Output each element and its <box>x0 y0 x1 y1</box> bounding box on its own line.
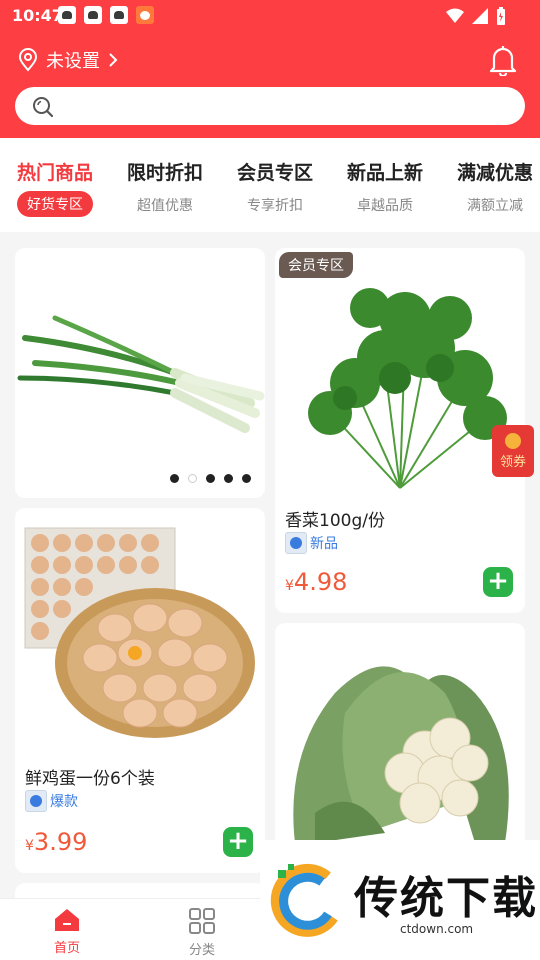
plus-icon: + <box>487 566 509 596</box>
tab-full-reduction[interactable]: 满减优惠 满额立减 <box>440 158 540 215</box>
nav-label: 分类 <box>188 943 215 958</box>
carousel-dot <box>224 474 233 483</box>
green-onion-image <box>17 315 265 433</box>
chevron-right-icon <box>109 53 118 67</box>
search-input[interactable] <box>15 87 525 125</box>
signal-icon <box>472 8 488 24</box>
tab-new-arrivals[interactable]: 新品上新 卓越品质 <box>330 158 440 215</box>
app-notification-icon <box>110 6 128 24</box>
wifi-icon <box>446 8 464 23</box>
tab-title: 限时折扣 <box>126 162 203 184</box>
watermark-url: ctdown.com <box>400 922 474 936</box>
watermark-text: 传统下载 <box>354 873 538 924</box>
location-pin-icon <box>18 48 38 72</box>
health-app-icon <box>136 6 154 24</box>
coupon-button[interactable]: 领券 <box>492 425 534 477</box>
tab-limited-discount[interactable]: 限时折扣 超值优惠 <box>110 158 220 215</box>
grid-icon <box>189 908 215 934</box>
tab-member-zone[interactable]: 会员专区 专享折扣 <box>220 158 330 215</box>
member-zone-badge: 会员专区 <box>279 252 353 278</box>
tab-title: 新品上新 <box>346 162 423 184</box>
tab-subtitle: 好货专区 <box>17 191 93 217</box>
tab-subtitle: 超值优惠 <box>137 198 193 214</box>
tab-subtitle: 卓越品质 <box>357 198 413 214</box>
currency-symbol: ¥ <box>25 838 34 854</box>
carousel-indicator <box>170 474 251 483</box>
banner-carousel[interactable] <box>15 248 265 498</box>
hot-badge-icon <box>25 790 47 812</box>
tab-subtitle: 满额立减 <box>467 198 523 214</box>
product-tag: 爆款 <box>25 790 78 812</box>
carousel-dot <box>242 474 251 483</box>
price-value: 3.99 <box>33 828 88 856</box>
header: 10:47 未设置 <box>0 0 540 138</box>
tag-label: 爆款 <box>50 794 78 810</box>
carousel-dot <box>206 474 215 483</box>
notification-icons <box>58 6 154 24</box>
tab-title: 满减优惠 <box>456 162 533 184</box>
tab-title: 热门商品 <box>16 162 93 184</box>
add-to-cart-button[interactable]: + <box>223 827 253 857</box>
tab-subtitle: 专享折扣 <box>247 198 303 214</box>
system-status-icons <box>446 7 506 25</box>
notification-bell-button[interactable] <box>488 44 518 80</box>
search-icon <box>33 97 54 118</box>
nav-home[interactable]: 首页 <box>37 907 97 956</box>
status-bar: 10:47 <box>0 0 540 32</box>
currency-symbol: ¥ <box>285 578 294 594</box>
location-selector[interactable]: 未设置 <box>18 46 118 74</box>
battery-icon <box>497 7 505 25</box>
product-card-eggs[interactable]: 鲜鸡蛋一份6个装 爆款 ¥3.99 + <box>15 508 265 873</box>
product-name: 香菜100g/份 <box>285 511 385 531</box>
home-icon <box>55 909 79 931</box>
add-to-cart-button[interactable]: + <box>483 567 513 597</box>
product-card-cauliflower[interactable] <box>275 623 525 863</box>
product-tag: 新品 <box>285 532 338 554</box>
price-value: 4.98 <box>293 568 348 596</box>
product-name: 鲜鸡蛋一份6个装 <box>25 769 155 789</box>
status-time: 10:47 <box>12 6 63 25</box>
nav-category[interactable]: 分类 <box>172 907 232 958</box>
app-notification-icon <box>84 6 102 24</box>
new-badge-icon <box>285 532 307 554</box>
watermark-logo-icon <box>270 863 338 937</box>
category-tabs: 热门商品 好货专区 限时折扣 超值优惠 会员专区 专享折扣 新品上新 卓越品质 … <box>0 138 540 232</box>
tab-title: 会员专区 <box>236 162 313 184</box>
eggs-image <box>24 527 255 738</box>
coriander-image <box>308 288 507 489</box>
nav-label: 首页 <box>53 941 80 956</box>
coupon-seal-icon <box>505 433 521 449</box>
product-price: ¥3.99 <box>25 828 87 856</box>
bell-icon <box>489 46 517 78</box>
carousel-dot <box>170 474 179 483</box>
product-price: ¥4.98 <box>285 568 347 596</box>
cauliflower-image <box>293 666 509 843</box>
app-notification-icon <box>58 6 76 24</box>
plus-icon: + <box>227 826 249 856</box>
carousel-dot-active <box>188 474 197 483</box>
watermark: 传统下载 ctdown.com <box>260 840 540 960</box>
product-card-coriander[interactable]: 会员专区 香菜100g/份 新品 ¥4.98 + <box>275 248 525 613</box>
coupon-label: 领券 <box>499 455 526 470</box>
tab-hot-products[interactable]: 热门商品 好货专区 <box>0 158 110 217</box>
location-label: 未设置 <box>46 51 100 72</box>
tag-label: 新品 <box>310 536 338 552</box>
